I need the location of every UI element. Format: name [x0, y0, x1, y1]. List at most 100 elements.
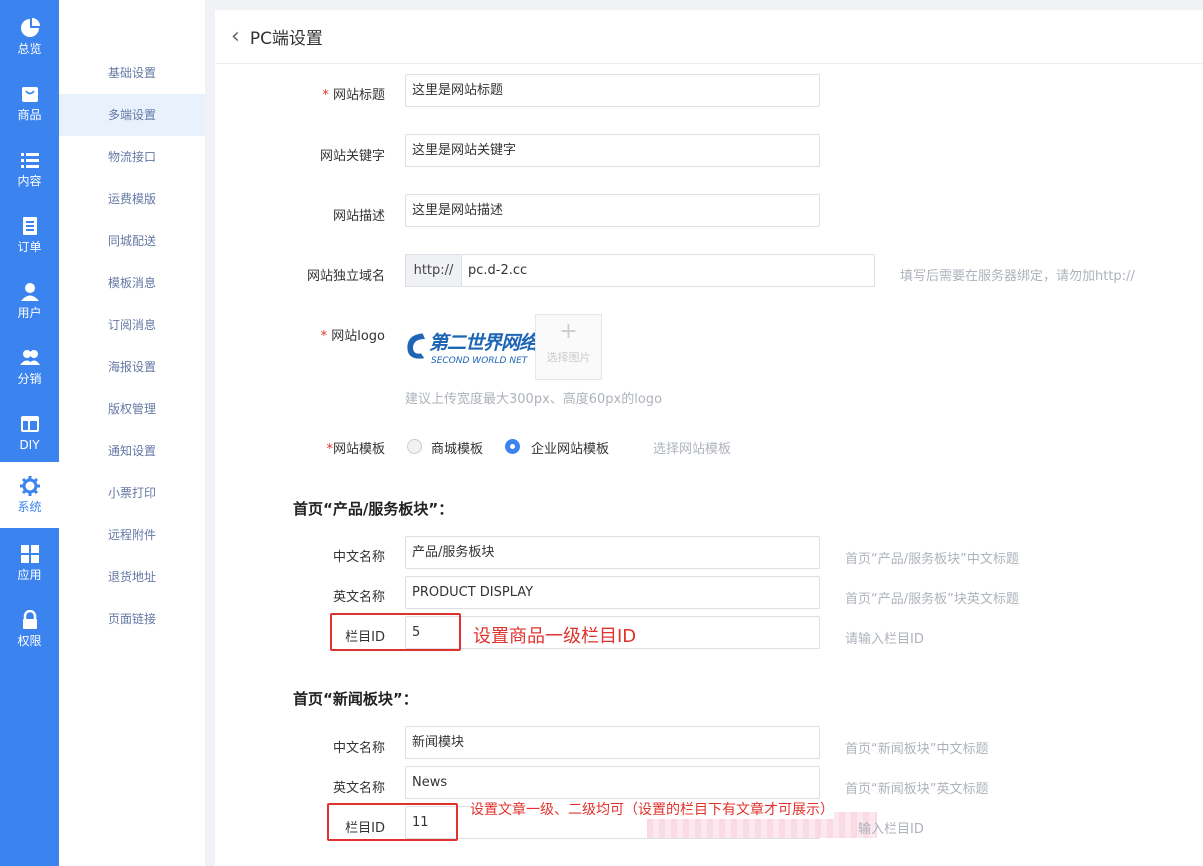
submenu-item-poster[interactable]: 海报设置	[59, 346, 205, 388]
submenu-item-receipt-print[interactable]: 小票打印	[59, 472, 205, 514]
nav-label: 应用	[17, 568, 42, 582]
nav-label: 分销	[17, 372, 42, 386]
nav-item-goods[interactable]: 商品	[0, 70, 59, 136]
logo-hint: 建议上传宽度最大300px、高度60px的logo	[405, 392, 663, 407]
site-title-input[interactable]: 这里是网站标题	[405, 74, 820, 107]
choose-template-link[interactable]: 选择网站模板	[653, 438, 731, 457]
submenu-item-logistics[interactable]: 物流接口	[59, 136, 205, 178]
nav-item-overview[interactable]: 总览	[0, 4, 59, 70]
template-label-text: 网站模板	[332, 442, 385, 457]
nav-label: 订单	[17, 240, 42, 254]
news-en-label: 英文名称	[332, 781, 385, 796]
submenu-item-multi-platform[interactable]: 多端设置	[59, 94, 205, 136]
logo-text-en: SECOND WORLD NET	[431, 356, 528, 366]
nav-label: 内容	[17, 174, 42, 188]
page-title: PC端设置	[249, 29, 323, 49]
submenu-item-notification[interactable]: 通知设置	[59, 430, 205, 472]
news-annotation: 设置文章一级、二级均可（设置的栏目下有文章才可展示）	[470, 799, 834, 819]
domain-label: 网站独立域名	[306, 269, 385, 284]
radio-enterprise-template[interactable]	[505, 439, 520, 454]
system-submenu: 基础设置 多端设置 物流接口 运费模版 同城配送 模板消息 订阅消息 海报设置 …	[59, 0, 205, 866]
description-input[interactable]: 这里是网站描述	[405, 194, 820, 227]
nav-item-users[interactable]: 用户	[0, 268, 59, 334]
news-en-hint: 首页“新闻板块”英文标题	[845, 782, 989, 797]
logo-label-text: 网站logo	[331, 329, 385, 344]
logo-mark-icon	[407, 333, 425, 359]
nav-label: 用户	[17, 306, 42, 320]
submenu-item-copyright[interactable]: 版权管理	[59, 388, 205, 430]
radio-mall-template[interactable]	[407, 439, 422, 454]
news-section-title: 首页“新闻板块”：	[293, 690, 418, 708]
back-arrow-icon[interactable]: ‹	[231, 25, 240, 48]
nav-item-permissions[interactable]: 权限	[0, 596, 59, 662]
news-en-input[interactable]: News	[405, 766, 820, 799]
nav-label: DIY	[19, 438, 40, 452]
submenu-item-template-message[interactable]: 模板消息	[59, 262, 205, 304]
news-cn-label: 中文名称	[332, 741, 385, 756]
submenu-item-basic[interactable]: 基础设置	[59, 52, 205, 94]
nav-item-diy[interactable]: DIY	[0, 400, 59, 466]
products-id-hint: 请输入栏目ID	[845, 632, 924, 647]
domain-hint: 填写后需要在服务器绑定，请勿加http://	[900, 269, 1135, 284]
nav-item-system[interactable]: 系统	[0, 462, 59, 528]
nav-label: 总览	[17, 42, 42, 56]
gear-icon	[19, 476, 40, 496]
site-title-label-text: 网站标题	[332, 88, 385, 103]
user-icon	[20, 283, 39, 301]
template-label: *网站模板	[265, 438, 385, 457]
users-icon	[19, 350, 40, 365]
upload-image-button[interactable]: + 选择图片	[535, 314, 602, 380]
products-cn-label: 中文名称	[332, 550, 385, 565]
domain-input[interactable]: pc.d-2.cc	[461, 254, 875, 287]
nav-label: 系统	[17, 500, 42, 514]
submenu-item-remote-attachment[interactable]: 远程附件	[59, 514, 205, 556]
main-panel: ‹ PC端设置 * 网站标题 这里是网站标题 网站关键字 这里是网站关键字 网站…	[215, 10, 1203, 866]
plus-icon: +	[559, 319, 578, 344]
submenu-item-subscription-message[interactable]: 订阅消息	[59, 304, 205, 346]
layout-icon	[20, 416, 39, 432]
lock-icon	[22, 610, 37, 629]
required-mark: *	[322, 88, 333, 103]
submenu-item-page-links[interactable]: 页面链接	[59, 598, 205, 640]
list-icon	[20, 153, 39, 168]
products-en-label: 英文名称	[332, 590, 385, 605]
logo-text-cn: 第二世界网络	[429, 332, 538, 354]
news-id-hint: 输入栏目ID	[858, 822, 924, 837]
radio-mall-template-label: 商城模板	[431, 442, 484, 457]
nav-item-apps[interactable]: 应用	[0, 530, 59, 596]
domain-prefix: http://	[405, 254, 461, 287]
annotation-box	[327, 803, 458, 841]
submenu-item-return-address[interactable]: 退货地址	[59, 556, 205, 598]
keywords-input[interactable]: 这里是网站关键字	[405, 134, 820, 167]
products-cn-hint: 首页“产品/服务板块”中文标题	[845, 552, 1019, 567]
nav-item-distribution[interactable]: 分销	[0, 334, 59, 400]
products-en-input[interactable]: PRODUCT DISPLAY	[405, 576, 820, 609]
nav-item-orders[interactable]: 订单	[0, 202, 59, 268]
nav-label: 权限	[17, 634, 42, 648]
keywords-label: 网站关键字	[319, 149, 385, 164]
bag-icon	[21, 87, 38, 102]
page-header: ‹ PC端设置	[215, 10, 1203, 64]
nav-label: 商品	[17, 108, 42, 122]
site-title-label: * 网站标题	[265, 84, 385, 103]
grid-icon	[20, 545, 39, 563]
products-annotation: 设置商品一级栏目ID	[473, 622, 637, 648]
logo-label: * 网站logo	[265, 325, 385, 344]
nav-item-content[interactable]: 内容	[0, 136, 59, 202]
required-mark: *	[320, 329, 332, 344]
products-cn-input[interactable]: 产品/服务板块	[405, 536, 820, 569]
annotation-box	[330, 613, 461, 651]
products-en-hint: 首页“产品/服务板”块英文标题	[845, 592, 1019, 607]
logo-preview: 第二世界网络 SECOND WORLD NET	[405, 324, 538, 376]
submenu-item-local-delivery[interactable]: 同城配送	[59, 220, 205, 262]
main-nav: 总览 商品 内容 订单 用户 分销 DIY 系统 应用 权限	[0, 0, 59, 866]
products-section-title: 首页“产品/服务板块”：	[293, 500, 454, 518]
description-label: 网站描述	[332, 209, 385, 224]
pie-chart-icon	[20, 18, 40, 37]
upload-label: 选择图片	[546, 351, 591, 364]
news-cn-input[interactable]: 新闻模块	[405, 726, 820, 759]
submenu-item-shipping-template[interactable]: 运费模版	[59, 178, 205, 220]
radio-enterprise-template-label: 企业网站模板	[531, 442, 610, 457]
news-cn-hint: 首页“新闻板块”中文标题	[845, 742, 989, 757]
order-icon	[22, 217, 37, 235]
